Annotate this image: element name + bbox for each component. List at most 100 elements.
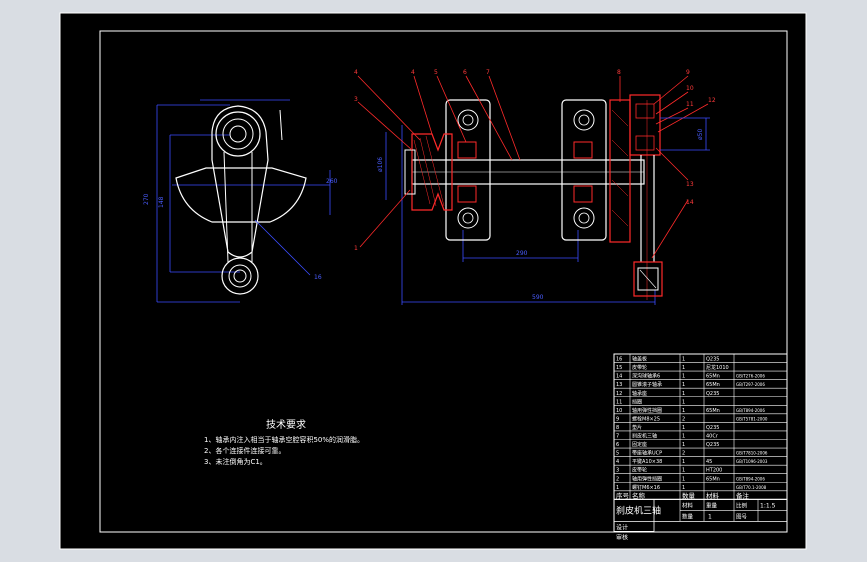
bom-cell-material: Q235 — [706, 357, 719, 363]
bom-cell-qty: 1 — [682, 442, 685, 448]
dim-left-270: 270 — [143, 193, 150, 205]
tech-requirements-title: 技术要求 — [266, 418, 306, 431]
bom-cell-name: 轴用弹性挡圈 — [632, 407, 662, 414]
bom-cell-material: 65Mn — [706, 408, 720, 414]
bom-cell-note: GB/T70.1-2008 — [736, 485, 767, 490]
part-label-6: 6 — [463, 69, 467, 76]
part-label-11: 11 — [686, 101, 694, 108]
dim-main-d106: ø106 — [377, 157, 384, 172]
tech-requirement-3: 3、未注倒角为C1。 — [204, 457, 267, 466]
part-label-4: 4 — [354, 69, 358, 76]
bom-cell-no: 11 — [616, 399, 622, 405]
part-label-1: 1 — [354, 245, 358, 252]
bom-cell-name: 带座轴承UCP — [632, 450, 662, 457]
bom-cell-note: GB/T1096-2003 — [736, 459, 768, 464]
bom-cell-qty: 1 — [682, 434, 685, 440]
bom-cell-no: 16 — [616, 357, 622, 363]
part-label-10: 10 — [686, 85, 694, 92]
title-weight-label: 重量 — [706, 501, 718, 509]
bom-cell-qty: 1 — [682, 485, 685, 491]
part-label-12: 12 — [708, 97, 716, 104]
bom-cell-no: 4 — [616, 459, 619, 465]
bom-cell-name: 挡圈 — [632, 398, 642, 405]
bom-cell-no: 3 — [616, 468, 619, 474]
bom-cell-name: 皮带轮 — [632, 467, 647, 474]
bom-cell-qty: 1 — [682, 476, 685, 482]
bom-header-material: 材料 — [706, 491, 720, 500]
bom-cell-name: 圆锥滚子轴承 — [632, 381, 662, 388]
part-label-4b: 4 — [411, 69, 415, 76]
bom-cell-material: 65Mn — [706, 476, 720, 482]
bom-cell-no: 6 — [616, 442, 619, 448]
bom-header-name: 名称 — [632, 491, 646, 500]
bom-cell-qty: 1 — [682, 408, 685, 414]
bom-cell-name: 轴承座 — [632, 390, 647, 397]
bom-cell-note: GB/T894-2006 — [736, 476, 765, 481]
bom-cell-name: 垫片 — [632, 424, 642, 431]
bom-cell-no: 7 — [616, 434, 619, 440]
bom-cell-note: GB/T894-2006 — [736, 408, 765, 413]
title-scale-value: 1:1.5 — [760, 502, 776, 509]
bom-cell-name: 轴用弹性挡圈 — [632, 475, 662, 482]
part-label-14: 14 — [686, 199, 694, 206]
bom-header-note: 备注 — [736, 491, 750, 500]
bom-cell-qty: 1 — [682, 357, 685, 363]
bom-cell-no: 13 — [616, 382, 622, 388]
drawing-sheet — [59, 12, 807, 550]
bom-cell-qty: 2 — [682, 416, 685, 422]
title-figure-no-label: 图号 — [736, 512, 748, 520]
bom-cell-material: Q235 — [706, 391, 719, 397]
bom-cell-name: 刹皮机三轴 — [632, 433, 657, 440]
drawing-name: 刹皮机三轴 — [616, 504, 661, 516]
bom-cell-name: 皮带轮 — [632, 364, 647, 371]
bom-cell-name: 螺钉M6×16 — [632, 484, 660, 491]
bom-cell-note: GB/T5781-2000 — [736, 416, 768, 421]
bom-cell-material: 45 — [706, 459, 712, 465]
bom-cell-note: GB/T276-2006 — [736, 374, 765, 379]
bom-cell-qty: 1 — [682, 374, 685, 380]
bom-cell-no: 1 — [616, 485, 619, 491]
bom-cell-name: 平键A10×38 — [632, 458, 662, 465]
bom-cell-material: Q235 — [706, 442, 719, 448]
part-label-5: 5 — [434, 69, 438, 76]
bom-cell-qty: 2 — [682, 451, 685, 457]
bom-cell-name: 螺栓M8×25 — [632, 415, 660, 422]
tech-requirement-1: 1、轴承内注入相当于轴承空腔容积50%的润滑脂。 — [204, 435, 364, 444]
part-label-3: 3 — [354, 96, 358, 103]
bom-cell-qty: 1 — [682, 468, 685, 474]
bom-cell-name: 轴盖板 — [632, 356, 647, 363]
cad-drawing-canvas: 270 148 260 16 590 290 ø106 4 3 4 5 6 7 … — [59, 12, 807, 550]
bom-cell-material: 40Cr — [706, 434, 719, 440]
title-quantity-label: 数量 — [682, 512, 694, 520]
part-label-13: 13 — [686, 181, 694, 188]
dim-main-290: 290 — [516, 250, 528, 257]
dim-right-d50: ø50 — [697, 129, 704, 140]
dim-left-260: 260 — [326, 178, 338, 185]
part-label-8: 8 — [617, 69, 621, 76]
bom-cell-no: 10 — [616, 408, 622, 414]
bom-cell-qty: 1 — [682, 425, 685, 431]
bom-cell-qty: 1 — [682, 365, 685, 371]
bom-cell-qty: 1 — [682, 459, 685, 465]
bom-cell-material: 65Mn — [706, 374, 720, 380]
bom-header-qty: 数量 — [682, 491, 696, 500]
title-quantity-value: 1 — [708, 513, 712, 520]
bom-cell-name: 深沟球轴承6 — [632, 373, 660, 380]
bom-cell-name: 固定座 — [632, 441, 647, 448]
bom-cell-material: 65Mn — [706, 382, 720, 388]
bom-cell-qty: 1 — [682, 399, 685, 405]
title-designer-label: 设计 — [616, 523, 628, 531]
bom-cell-no: 12 — [616, 391, 622, 397]
bom-cell-note: GB/T7810-2006 — [736, 451, 768, 456]
bom-header-no: 序号 — [616, 491, 630, 500]
bom-cell-no: 9 — [616, 416, 619, 422]
title-reviewer-label: 审核 — [616, 533, 628, 541]
bom-cell-no: 2 — [616, 476, 619, 482]
bom-cell-qty: 1 — [682, 382, 685, 388]
title-material-label: 材料 — [682, 501, 694, 509]
bom-cell-material: 尼龙1010 — [706, 364, 729, 371]
dim-left-148: 148 — [158, 196, 165, 208]
dim-main-590: 590 — [532, 294, 544, 301]
bom-cell-material: Q235 — [706, 425, 719, 431]
part-label-9: 9 — [686, 69, 690, 76]
